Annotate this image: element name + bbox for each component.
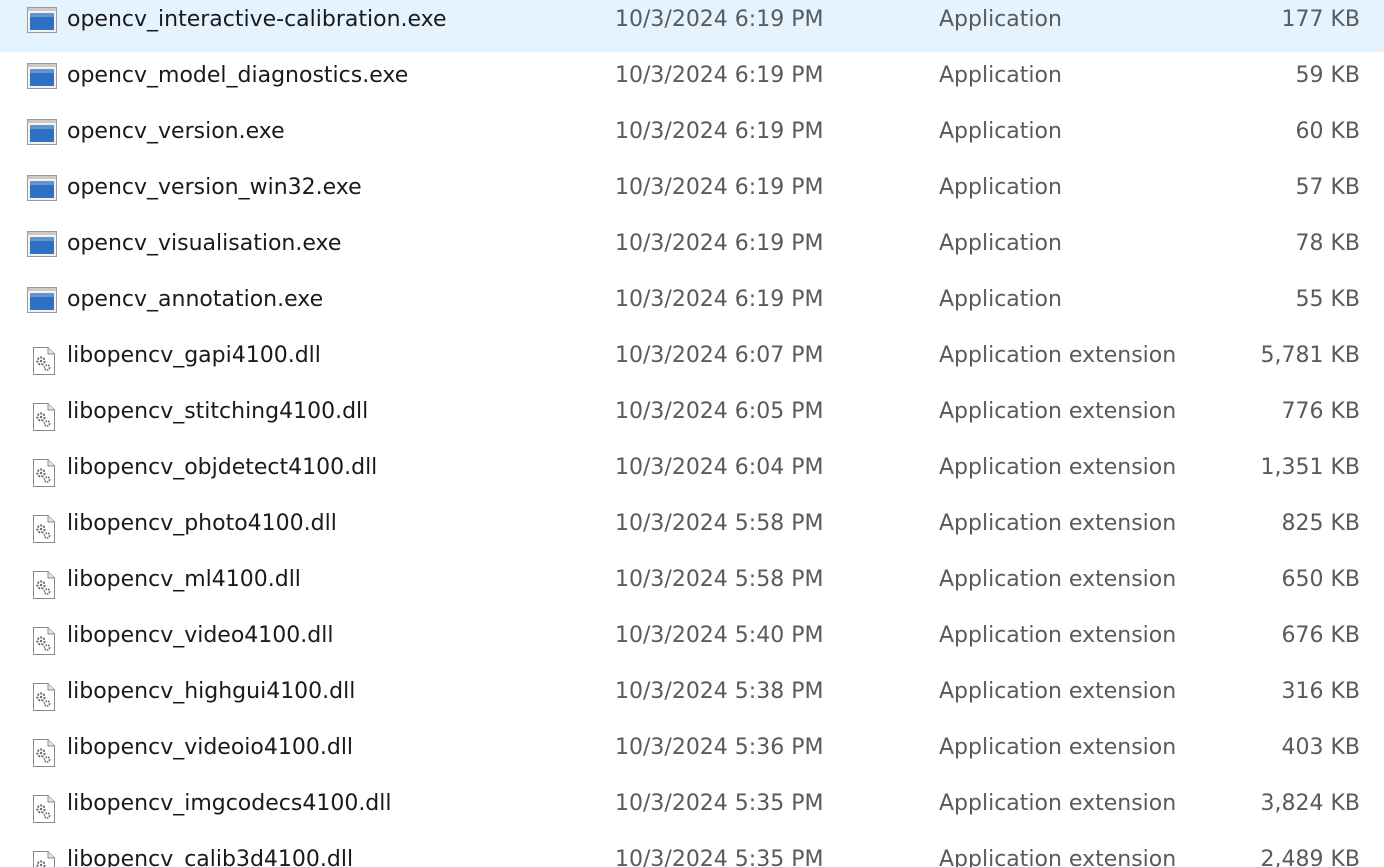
date-modified: 10/3/2024 5:35 PM [615, 791, 824, 816]
file-size: 650 KB [1281, 567, 1360, 592]
file-row[interactable]: libopencv_videoio4100.dll 10/3/2024 5:36… [0, 724, 1384, 780]
file-name: opencv_version_win32.exe [67, 175, 362, 200]
date-modified: 10/3/2024 5:58 PM [615, 567, 824, 592]
file-name: libopencv_ml4100.dll [67, 567, 301, 592]
file-name: libopencv_highgui4100.dll [67, 679, 356, 704]
file-name: libopencv_photo4100.dll [67, 511, 337, 536]
file-type: Application [939, 7, 1062, 32]
dll-icon [32, 738, 64, 770]
file-type: Application extension [939, 567, 1177, 592]
file-row[interactable]: opencv_interactive-calibration.exe 10/3/… [0, 0, 1384, 52]
date-modified: 10/3/2024 6:19 PM [615, 231, 824, 256]
dll-icon [32, 402, 64, 434]
date-modified: 10/3/2024 6:19 PM [615, 287, 824, 312]
file-row[interactable]: libopencv_ml4100.dll 10/3/2024 5:58 PM A… [0, 556, 1384, 612]
file-size: 5,781 KB [1260, 343, 1361, 368]
exe-icon [26, 6, 58, 38]
file-type: Application [939, 175, 1062, 200]
file-type: Application extension [939, 399, 1177, 424]
file-size: 57 KB [1295, 175, 1360, 200]
file-row[interactable]: opencv_model_diagnostics.exe 10/3/2024 6… [0, 52, 1384, 108]
file-size: 177 KB [1281, 7, 1360, 32]
file-type: Application extension [939, 735, 1177, 760]
dll-icon [32, 626, 64, 658]
date-modified: 10/3/2024 5:58 PM [615, 511, 824, 536]
file-name: libopencv_gapi4100.dll [67, 343, 321, 368]
dll-icon [32, 794, 64, 826]
file-row[interactable]: libopencv_gapi4100.dll 10/3/2024 6:07 PM… [0, 332, 1384, 388]
dll-icon [32, 514, 64, 546]
file-name: libopencv_videoio4100.dll [67, 735, 354, 760]
file-name: libopencv_stitching4100.dll [67, 399, 369, 424]
file-list: opencv_interactive-calibration.exe 10/3/… [0, 0, 1384, 867]
file-name: libopencv_objdetect4100.dll [67, 455, 378, 480]
file-size: 825 KB [1281, 511, 1360, 536]
file-size: 55 KB [1295, 287, 1360, 312]
file-row[interactable]: opencv_annotation.exe 10/3/2024 6:19 PM … [0, 276, 1384, 332]
file-type: Application extension [939, 455, 1177, 480]
file-type: Application extension [939, 343, 1177, 368]
file-row[interactable]: libopencv_highgui4100.dll 10/3/2024 5:38… [0, 668, 1384, 724]
file-row[interactable]: libopencv_video4100.dll 10/3/2024 5:40 P… [0, 612, 1384, 668]
file-name: opencv_visualisation.exe [67, 231, 342, 256]
file-type: Application extension [939, 791, 1177, 816]
file-size: 316 KB [1281, 679, 1360, 704]
date-modified: 10/3/2024 5:36 PM [615, 735, 824, 760]
file-row[interactable]: opencv_version.exe 10/3/2024 6:19 PM App… [0, 108, 1384, 164]
file-size: 676 KB [1281, 623, 1360, 648]
file-size: 3,824 KB [1260, 791, 1361, 816]
date-modified: 10/3/2024 6:19 PM [615, 63, 824, 88]
file-name: libopencv_video4100.dll [67, 623, 334, 648]
file-name: opencv_annotation.exe [67, 287, 324, 312]
file-size: 403 KB [1281, 735, 1360, 760]
date-modified: 10/3/2024 5:40 PM [615, 623, 824, 648]
file-name: opencv_interactive-calibration.exe [67, 7, 447, 32]
dll-icon [32, 570, 64, 602]
file-name: opencv_version.exe [67, 119, 285, 144]
file-row[interactable]: libopencv_calib3d4100.dll 10/3/2024 5:35… [0, 836, 1384, 867]
exe-icon [26, 230, 58, 262]
dll-icon [32, 346, 64, 378]
file-size: 59 KB [1295, 63, 1360, 88]
file-type: Application [939, 287, 1062, 312]
date-modified: 10/3/2024 6:19 PM [615, 7, 824, 32]
dll-icon [32, 458, 64, 490]
exe-icon [26, 286, 58, 318]
file-row[interactable]: opencv_visualisation.exe 10/3/2024 6:19 … [0, 220, 1384, 276]
file-size: 60 KB [1295, 119, 1360, 144]
dll-icon [32, 682, 64, 714]
file-size: 776 KB [1281, 399, 1360, 424]
date-modified: 10/3/2024 6:19 PM [615, 119, 824, 144]
file-type: Application [939, 231, 1062, 256]
file-type: Application extension [939, 623, 1177, 648]
file-row[interactable]: libopencv_imgcodecs4100.dll 10/3/2024 5:… [0, 780, 1384, 836]
file-row[interactable]: opencv_version_win32.exe 10/3/2024 6:19 … [0, 164, 1384, 220]
date-modified: 10/3/2024 5:38 PM [615, 679, 824, 704]
file-size: 1,351 KB [1260, 455, 1361, 480]
file-name: libopencv_imgcodecs4100.dll [67, 791, 392, 816]
file-type: Application extension [939, 679, 1177, 704]
file-type: Application [939, 119, 1062, 144]
file-type: Application extension [939, 511, 1177, 536]
file-type: Application extension [939, 847, 1177, 867]
date-modified: 10/3/2024 6:07 PM [615, 343, 824, 368]
file-row[interactable]: libopencv_photo4100.dll 10/3/2024 5:58 P… [0, 500, 1384, 556]
file-row[interactable]: libopencv_objdetect4100.dll 10/3/2024 6:… [0, 444, 1384, 500]
file-size: 2,489 KB [1260, 847, 1361, 867]
exe-icon [26, 174, 58, 206]
date-modified: 10/3/2024 6:19 PM [615, 175, 824, 200]
exe-icon [26, 118, 58, 150]
date-modified: 10/3/2024 5:35 PM [615, 847, 824, 867]
file-name: opencv_model_diagnostics.exe [67, 63, 409, 88]
file-type: Application [939, 63, 1062, 88]
date-modified: 10/3/2024 6:04 PM [615, 455, 824, 480]
file-row[interactable]: libopencv_stitching4100.dll 10/3/2024 6:… [0, 388, 1384, 444]
dll-icon [32, 850, 64, 867]
file-name: libopencv_calib3d4100.dll [67, 847, 354, 867]
date-modified: 10/3/2024 6:05 PM [615, 399, 824, 424]
file-size: 78 KB [1295, 231, 1360, 256]
exe-icon [26, 62, 58, 94]
